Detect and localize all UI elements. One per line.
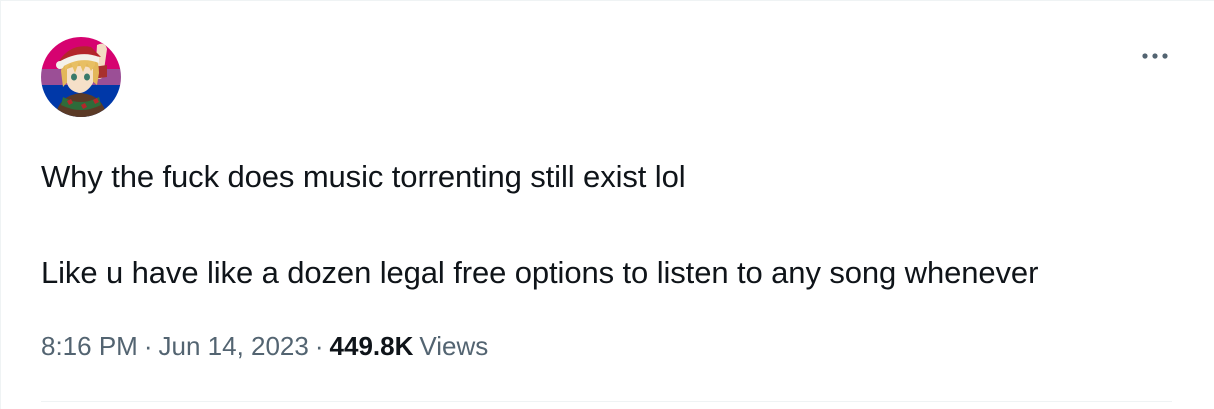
tweet-time[interactable]: 8:16 PM — [41, 331, 138, 362]
views-label: Views — [419, 331, 489, 361]
tweet-card: Why the fuck does music torrenting still… — [0, 0, 1214, 409]
divider — [41, 401, 1172, 402]
meta-separator: · — [143, 331, 153, 361]
tweet-metadata: 8:16 PM · Jun 14, 2023 · 449.8K Views — [41, 331, 488, 362]
meta-separator: · — [314, 331, 324, 361]
more-options-button[interactable] — [1137, 41, 1173, 71]
user-avatar[interactable] — [41, 37, 121, 117]
tweet-text: Why the fuck does music torrenting still… — [41, 153, 1191, 297]
tweet-date[interactable]: Jun 14, 2023 — [159, 331, 309, 362]
views-count: 449.8K — [329, 331, 414, 361]
avatar-image — [41, 37, 121, 117]
more-horizontal-icon — [1142, 53, 1168, 59]
tweet-text-line: Why the fuck does music torrenting still… — [41, 159, 686, 194]
tweet-text-line: Like u have like a dozen legal free opti… — [41, 255, 1039, 290]
